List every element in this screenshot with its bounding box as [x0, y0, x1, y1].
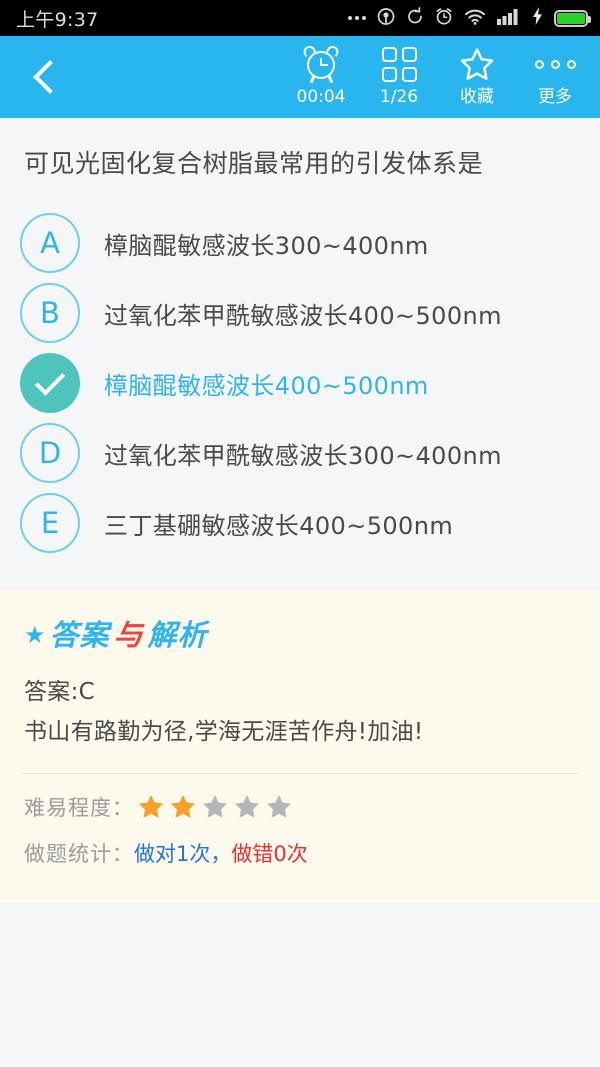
chevron-left-icon	[33, 60, 67, 94]
more-dots-icon	[348, 16, 366, 20]
favorite-label: 收藏	[460, 87, 494, 107]
stats-separator: ，	[210, 841, 232, 866]
battery-icon	[554, 9, 591, 27]
stats-correct: 做对1次	[134, 841, 211, 866]
option-b-bubble: B	[20, 283, 80, 344]
question-panel: 可见光固化复合树脂最常用的引发体系是 A 樟脑醌敏感波长300~400nm B …	[0, 118, 600, 590]
analysis-panel: ★ 答案 与 解析 答案:C 书山有路勤为径,学海无涯苦作舟!加油! 难易程度：…	[0, 590, 600, 903]
bottom-empty-area	[0, 903, 600, 1067]
options-list: A 樟脑醌敏感波长300~400nm B 过氧化苯甲酰敏感波长400~500nm…	[0, 182, 600, 558]
analysis-title-part2: 与	[113, 618, 144, 652]
option-e[interactable]: E 三丁基硼敏感波长400~500nm	[0, 488, 600, 558]
status-bar: 上午9:37	[0, 0, 600, 36]
difficulty-star-icon	[170, 794, 196, 819]
option-d-text: 过氧化苯甲酰敏感波长300~400nm	[104, 441, 502, 470]
option-b[interactable]: B 过氧化苯甲酰敏感波长400~500nm	[0, 278, 600, 348]
option-a[interactable]: A 樟脑醌敏感波长300~400nm	[0, 208, 600, 278]
answer-line: 答案:C	[24, 679, 96, 705]
option-d-bubble: D	[20, 423, 80, 484]
analysis-body: 答案:C 书山有路勤为径,学海无涯苦作舟!加油!	[0, 654, 600, 753]
status-icons	[348, 6, 591, 30]
option-a-bubble: A	[20, 213, 80, 274]
option-c-bubble-selected	[20, 353, 80, 414]
difficulty-star-icon	[138, 794, 164, 819]
option-c[interactable]: 樟脑醌敏感波长400~500nm	[0, 348, 600, 418]
timer-button[interactable]: 00:04	[282, 36, 360, 118]
back-button[interactable]	[0, 36, 92, 118]
option-d[interactable]: D 过氧化苯甲酰敏感波长300~400nm	[0, 418, 600, 488]
more-label: 更多	[538, 87, 572, 107]
option-c-text: 樟脑醌敏感波长400~500nm	[104, 371, 429, 400]
quiz-screen: 上午9:37 00:04 1/26 收藏 更多 可见光固化复合树脂最常用的引发体…	[0, 0, 600, 1067]
option-a-text: 樟脑醌敏感波长300~400nm	[104, 231, 429, 260]
stats-wrong: 做错0次	[231, 841, 308, 866]
alarm-clock-icon	[301, 44, 341, 84]
timer-label: 00:04	[296, 87, 346, 107]
question-index-label: 1/26	[379, 87, 419, 107]
option-e-text: 三丁基硼敏感波长400~500nm	[104, 511, 454, 540]
difficulty-star-icon	[266, 794, 292, 819]
stats-row: 做题统计： 做对1次 ， 做错0次	[0, 822, 600, 868]
encouragement-line: 书山有路勤为径,学海无涯苦作舟!加油!	[24, 719, 424, 746]
grid-icon	[381, 44, 417, 84]
difficulty-stars	[138, 794, 292, 819]
wifi-icon	[464, 8, 486, 29]
favorite-button[interactable]: 收藏	[438, 36, 516, 118]
app-bar-actions: 00:04 1/26 收藏 更多	[282, 36, 600, 118]
analysis-title-part3: 解析	[147, 618, 208, 652]
status-time: 上午9:37	[16, 8, 99, 31]
location-icon	[377, 7, 395, 30]
question-index-button[interactable]: 1/26	[360, 36, 438, 118]
signal-icon	[497, 8, 521, 29]
analysis-title-part1: 答案	[49, 618, 110, 652]
star-outline-icon	[459, 44, 495, 84]
analysis-title: ★ 答案 与 解析	[0, 590, 600, 654]
alarm-icon	[435, 7, 453, 30]
option-b-text: 过氧化苯甲酰敏感波长400~500nm	[104, 301, 502, 330]
question-text: 可见光固化复合树脂最常用的引发体系是	[24, 149, 484, 178]
more-dots-icon	[534, 44, 576, 84]
difficulty-star-icon	[202, 794, 228, 819]
check-icon	[34, 365, 66, 396]
more-button[interactable]: 更多	[516, 36, 594, 118]
app-bar: 00:04 1/26 收藏 更多	[0, 36, 600, 118]
difficulty-star-icon	[234, 794, 260, 819]
stats-label: 做题统计：	[24, 841, 134, 866]
difficulty-row: 难易程度：	[0, 774, 600, 822]
star-icon: ★	[24, 621, 46, 649]
difficulty-label: 难易程度：	[24, 795, 134, 820]
charging-icon	[532, 7, 543, 29]
sync-icon	[406, 6, 424, 30]
option-e-bubble: E	[20, 493, 80, 554]
